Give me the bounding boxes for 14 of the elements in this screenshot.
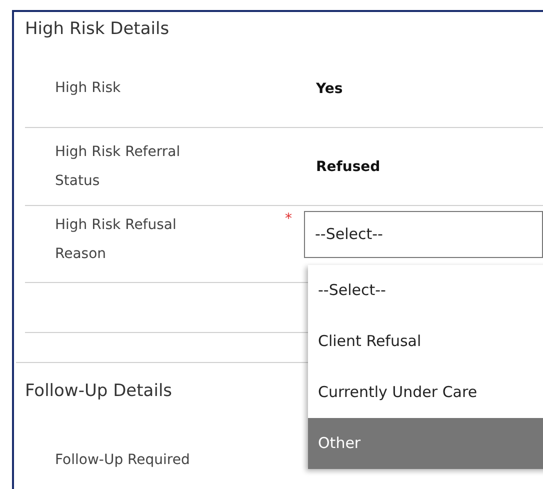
dropdown-option[interactable]: Currently Under Care <box>308 367 543 418</box>
field-label: Follow-Up Required <box>55 450 191 470</box>
section-title: Follow-Up Details <box>24 380 172 403</box>
required-mark: * <box>285 211 293 227</box>
field-value: Yes <box>315 80 343 96</box>
field-label: High Risk <box>55 79 122 98</box>
field-value: Refused <box>315 158 380 174</box>
section-title: High Risk Details <box>24 18 170 41</box>
dropdown-option[interactable]: --Select-- <box>308 265 543 316</box>
field-label: High Risk Refusal Reason <box>55 216 178 264</box>
dropdown-option[interactable]: Other <box>308 418 543 469</box>
field-label: High Risk Referral Status <box>55 142 182 190</box>
dropdown-option[interactable]: Client Refusal <box>308 316 543 367</box>
select-field[interactable]: --Select-- <box>304 211 543 258</box>
